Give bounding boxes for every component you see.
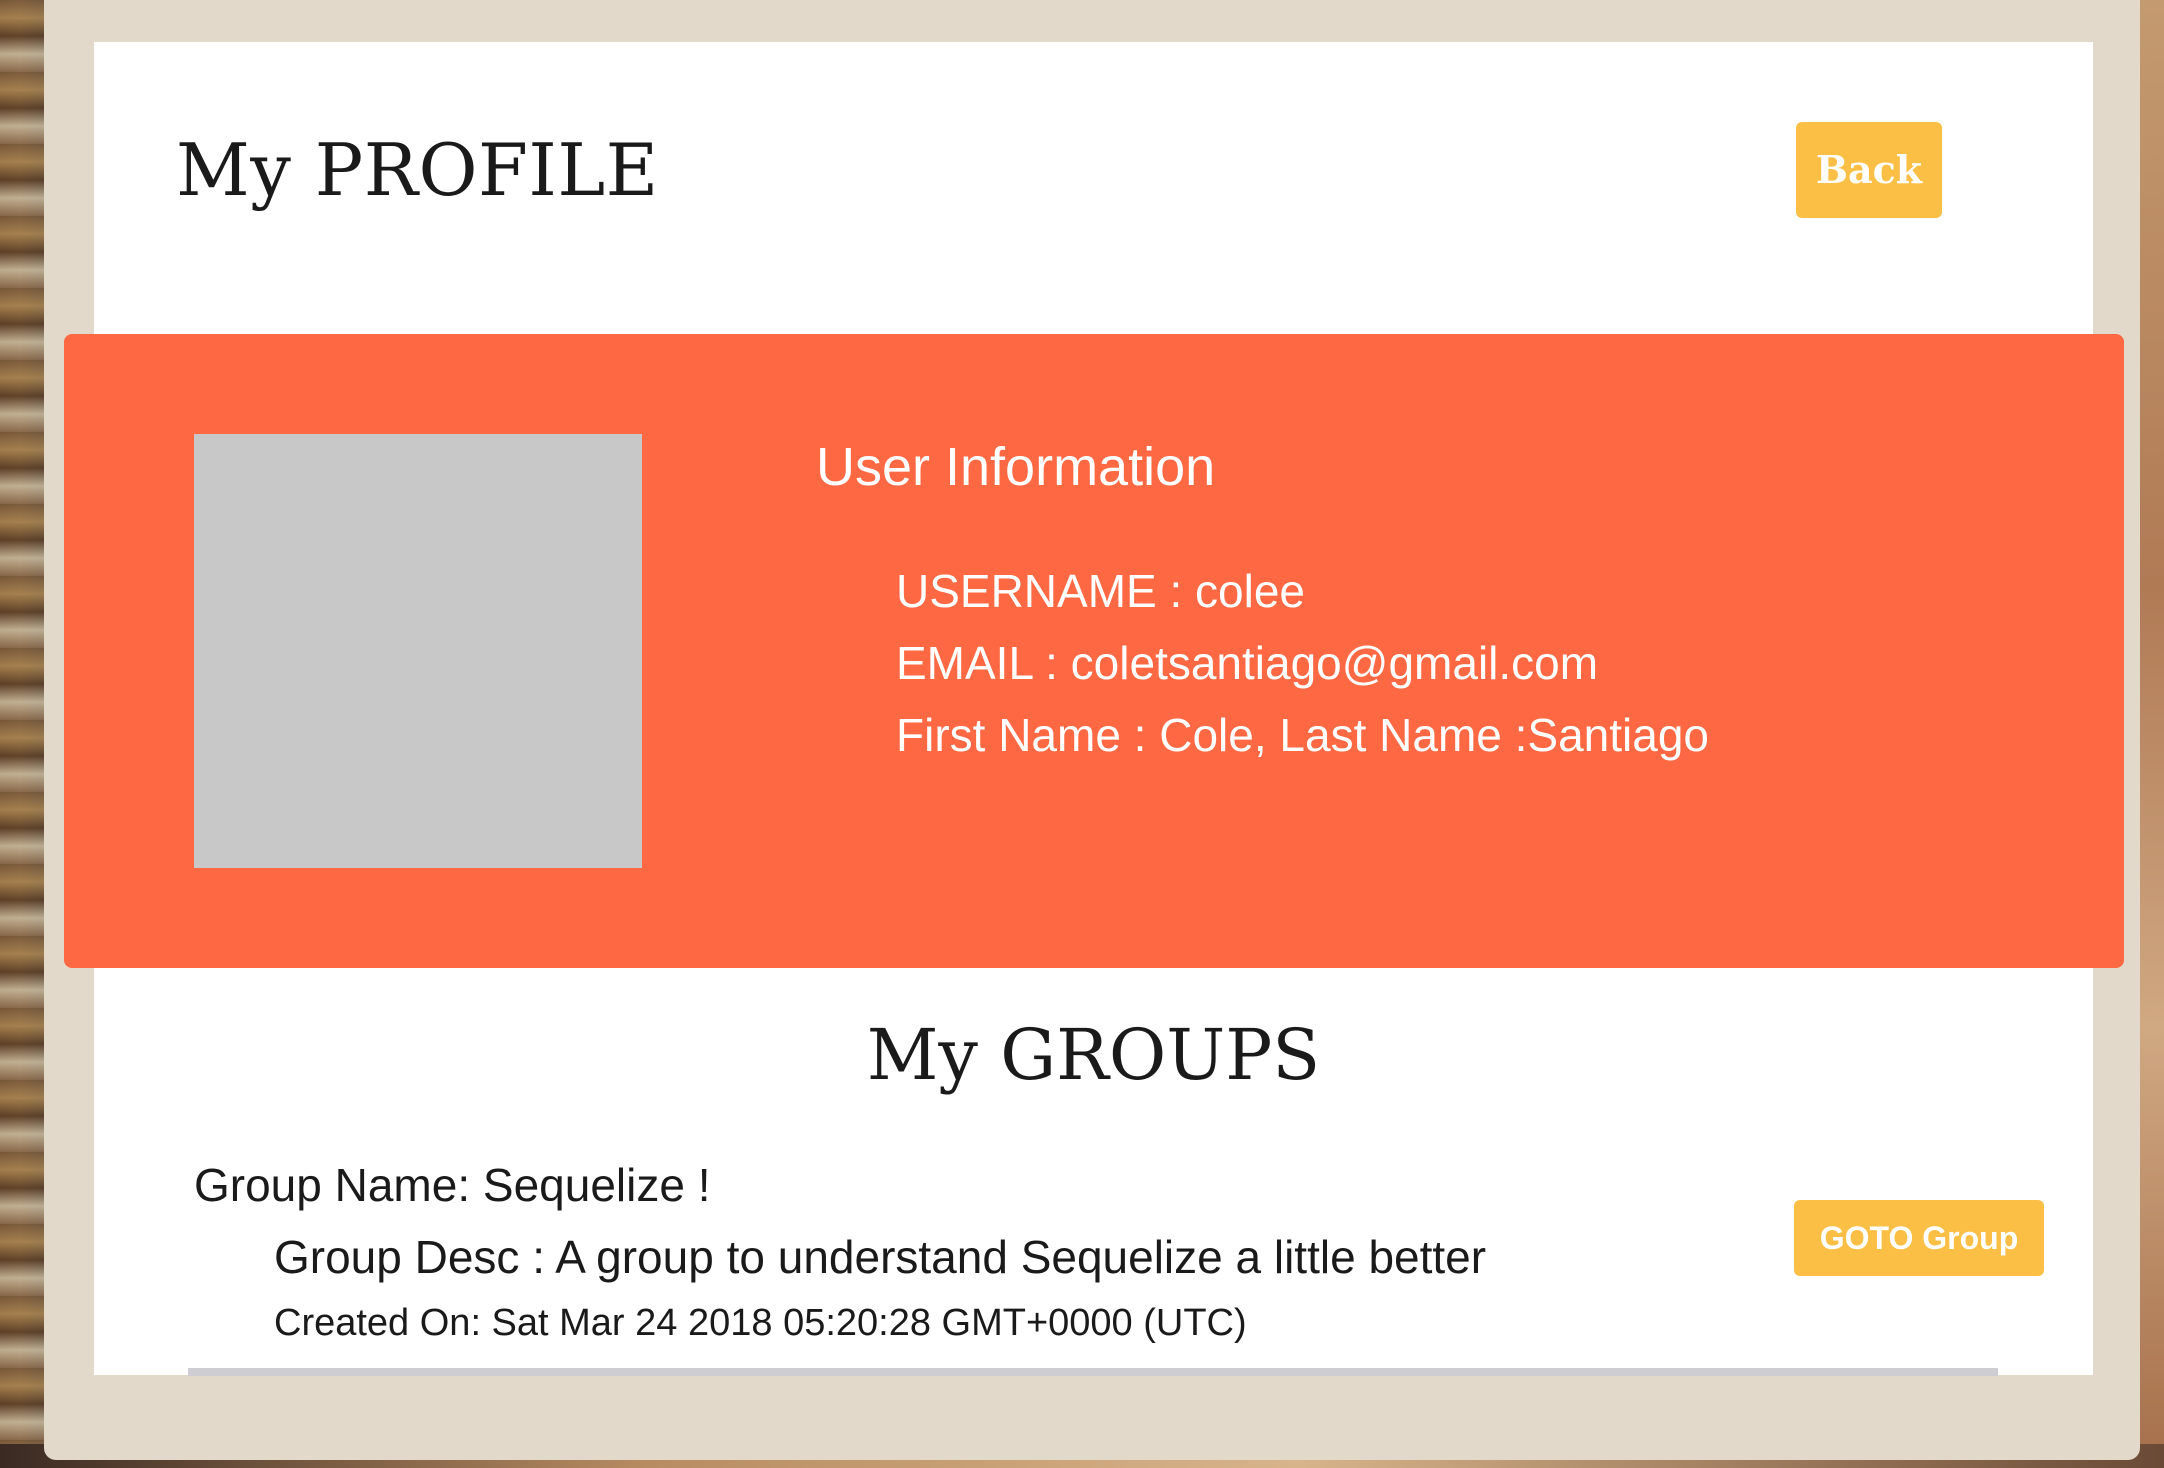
page-title: My PROFILE [176,128,659,212]
group-created-date: Created On: Sat Mar 24 2018 05:20:28 GMT… [274,1302,1247,1344]
back-button[interactable]: Back [1796,122,1942,218]
user-info-panel: User Information USERNAME : colee EMAIL … [64,334,2124,968]
email-text: EMAIL : coletsantiago@gmail.com [896,637,1599,689]
group-name: Group Name: Sequelize ! [194,1159,711,1211]
background-bookshelf [0,0,48,1468]
group-description: Group Desc : A group to understand Seque… [274,1231,1487,1283]
user-info-heading: User Information [816,437,1216,497]
username-text: USERNAME : colee [896,565,1306,617]
background-edge-right [2140,0,2164,1468]
full-name-text: First Name : Cole, Last Name :Santiago [896,709,1709,761]
groups-title: My GROUPS [866,1014,1321,1096]
avatar [194,434,642,868]
group-divider [188,1368,1998,1376]
goto-group-button[interactable]: GOTO Group [1794,1200,2044,1276]
group-list-item: Group Name: Sequelize ! Group Desc : A g… [188,1150,2044,1376]
